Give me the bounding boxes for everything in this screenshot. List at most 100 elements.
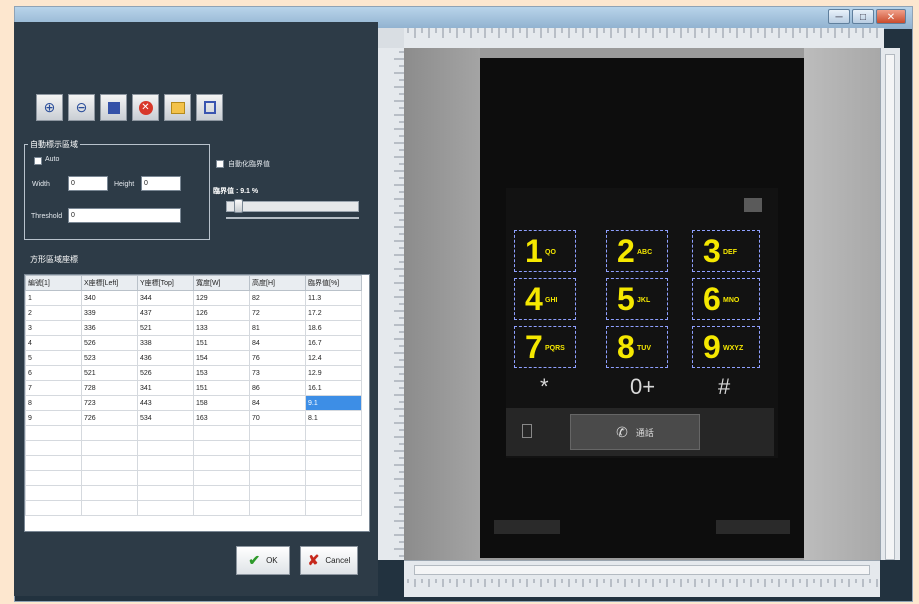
key-5-region[interactable]: 5 JKL (606, 278, 668, 320)
height-input[interactable] (141, 176, 181, 191)
table-cell[interactable]: 6 (25, 365, 82, 381)
table-cell[interactable]: 11.3 (305, 290, 362, 306)
table-cell[interactable]: 436 (137, 350, 194, 366)
vertical-scrollbar[interactable] (885, 54, 895, 560)
threshold-slider[interactable] (226, 201, 359, 212)
column-header[interactable]: 寬度[W] (193, 275, 250, 291)
ok-button[interactable]: ✔ OK (236, 546, 290, 575)
zoom-out-button[interactable]: ⊖ (68, 94, 95, 121)
delete-button[interactable]: ✕ (132, 94, 159, 121)
threshold-input[interactable] (68, 208, 181, 223)
auto-checkbox[interactable] (34, 157, 42, 165)
close-button[interactable]: ✕ (876, 9, 906, 24)
key-3-region[interactable]: 3 DEF (692, 230, 760, 272)
table-cell[interactable]: 521 (137, 320, 194, 336)
table-cell[interactable]: 158 (193, 395, 250, 411)
table-row[interactable]: 7 728 341 151 86 16.1 (25, 380, 362, 396)
table-cell[interactable]: 16.1 (305, 380, 362, 396)
cancel-button[interactable]: ✘ Cancel (300, 546, 358, 575)
key-9-region[interactable]: 9 WXYZ (692, 326, 760, 368)
zoom-in-button[interactable]: ⊕ (36, 94, 63, 121)
column-header[interactable]: 高度[H] (249, 275, 306, 291)
table-cell[interactable]: 521 (81, 365, 138, 381)
table-cell[interactable]: 534 (137, 410, 194, 426)
table-row[interactable]: 6 521 526 153 73 12.9 (25, 365, 362, 381)
table-cell[interactable]: 82 (249, 290, 306, 306)
table-cell[interactable]: 339 (81, 305, 138, 321)
table-cell[interactable]: 523 (81, 350, 138, 366)
table-cell[interactable]: 76 (249, 350, 306, 366)
table-cell[interactable]: 443 (137, 395, 194, 411)
table-cell[interactable]: 7 (25, 380, 82, 396)
key-8-region[interactable]: 8 TUV (606, 326, 668, 368)
table-row[interactable]: 3 336 521 133 81 18.6 (25, 320, 362, 336)
table-cell[interactable]: 728 (81, 380, 138, 396)
table-cell[interactable]: 12.4 (305, 350, 362, 366)
save-button[interactable] (196, 94, 223, 121)
table-row[interactable]: 9 726 534 163 70 8.1 (25, 410, 362, 426)
table-cell[interactable]: 9 (25, 410, 82, 426)
table-cell[interactable]: 17.2 (305, 305, 362, 321)
image-canvas[interactable]: 1 QO 2 ABC 3 DEF 4 GHI 5 JKL 6 MNO 7 PQRS 8 TUV … (404, 48, 880, 560)
table-cell[interactable]: 126 (193, 305, 250, 321)
table-cell[interactable]: 18.6 (305, 320, 362, 336)
table-cell[interactable]: 151 (193, 335, 250, 351)
open-button[interactable] (164, 94, 191, 121)
fit-button[interactable] (100, 94, 127, 121)
table-cell[interactable]: 81 (249, 320, 306, 336)
column-header[interactable]: 編號[1] (25, 275, 82, 291)
table-cell[interactable]: 526 (81, 335, 138, 351)
column-header[interactable]: Y座標[Top] (137, 275, 194, 291)
table-cell[interactable]: 9.1 (305, 395, 362, 411)
table-cell[interactable]: 154 (193, 350, 250, 366)
table-cell[interactable]: 5 (25, 350, 82, 366)
table-row[interactable]: 5 523 436 154 76 12.4 (25, 350, 362, 366)
table-cell[interactable]: 73 (249, 365, 306, 381)
threshold-slider-thumb[interactable] (234, 199, 244, 213)
table-cell[interactable]: 86 (249, 380, 306, 396)
table-cell[interactable]: 163 (193, 410, 250, 426)
width-input[interactable] (68, 176, 108, 191)
table-row[interactable]: 8 723 443 158 84 9.1 (25, 395, 362, 411)
key-2-region[interactable]: 2 ABC (606, 230, 668, 272)
table-cell[interactable]: 8.1 (305, 410, 362, 426)
table-cell[interactable]: 341 (137, 380, 194, 396)
table-cell[interactable]: 70 (249, 410, 306, 426)
column-header[interactable]: 臨界值[%] (305, 275, 362, 291)
maximize-button[interactable]: □ (852, 9, 874, 24)
table-cell[interactable]: 72 (249, 305, 306, 321)
key-7-region[interactable]: 7 PQRS (514, 326, 576, 368)
table-cell[interactable]: 8 (25, 395, 82, 411)
table-cell[interactable]: 16.7 (305, 335, 362, 351)
auto-threshold-checkbox[interactable] (216, 160, 224, 168)
table-cell[interactable]: 133 (193, 320, 250, 336)
horizontal-scrollbar[interactable] (414, 565, 870, 575)
minimize-button[interactable]: ─ (828, 9, 850, 24)
table-cell[interactable]: 84 (249, 335, 306, 351)
key-6-region[interactable]: 6 MNO (692, 278, 760, 320)
table-cell[interactable]: 526 (137, 365, 194, 381)
table-cell[interactable]: 151 (193, 380, 250, 396)
table-cell[interactable]: 723 (81, 395, 138, 411)
table-cell[interactable]: 437 (137, 305, 194, 321)
column-header[interactable]: X座標[Left] (81, 275, 138, 291)
table-cell[interactable]: 2 (25, 305, 82, 321)
table-row[interactable]: 4 526 338 151 84 16.7 (25, 335, 362, 351)
table-row[interactable]: 2 339 437 126 72 17.2 (25, 305, 362, 321)
table-cell[interactable]: 153 (193, 365, 250, 381)
table-cell[interactable]: 129 (193, 290, 250, 306)
table-row[interactable]: 1 340 344 129 82 11.3 (25, 290, 362, 306)
table-cell[interactable]: 340 (81, 290, 138, 306)
table-cell[interactable]: 4 (25, 335, 82, 351)
region-table[interactable]: 編號[1] X座標[Left] Y座標[Top] 寬度[W] 高度[H] 臨界值… (24, 274, 370, 532)
table-cell[interactable]: 338 (137, 335, 194, 351)
table-cell[interactable]: 1 (25, 290, 82, 306)
key-1-region[interactable]: 1 QO (514, 230, 576, 272)
table-cell[interactable]: 336 (81, 320, 138, 336)
table-cell[interactable]: 12.9 (305, 365, 362, 381)
table-cell[interactable]: 3 (25, 320, 82, 336)
table-cell[interactable]: 344 (137, 290, 194, 306)
table-cell[interactable]: 84 (249, 395, 306, 411)
table-cell[interactable]: 726 (81, 410, 138, 426)
key-4-region[interactable]: 4 GHI (514, 278, 576, 320)
